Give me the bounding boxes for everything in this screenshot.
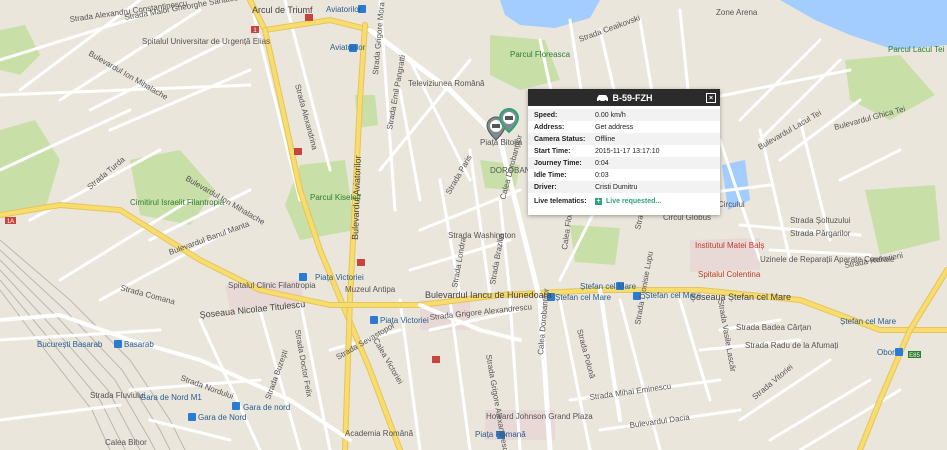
popup-header: B-59-FZH ×	[528, 89, 720, 106]
place-label: Gara de nord	[243, 403, 290, 412]
info-row-live-telematics: Live telematics: + Live requested...	[528, 193, 720, 209]
place-label: Ștefan cel Mare	[555, 293, 612, 302]
place-label: Piața Romană	[475, 430, 526, 439]
info-row-speed: Speed: 0.00 km/h	[528, 109, 720, 121]
live-telematics-status: Live requested...	[606, 197, 662, 205]
street-label: Strada Pârgarilor	[790, 229, 851, 238]
street-label: Șoseaua Ștefan cel Mare	[690, 292, 791, 302]
street-label: Strada Șoltuzului	[790, 216, 851, 225]
place-label: Gara de Nord	[198, 413, 246, 422]
info-label: Speed:	[534, 111, 558, 119]
plus-icon: +	[595, 197, 602, 205]
place-label: Aviatorilor	[330, 43, 366, 52]
place-label: Spitalul Clinic Filantropia	[228, 281, 316, 290]
place-label: Cimitirul Israelit Filantropia	[130, 198, 225, 207]
shield-e85-label: E85	[909, 353, 920, 359]
place-label: Aviatorilor	[326, 5, 362, 14]
place-label: Arcul de Triumf	[252, 5, 313, 15]
info-value: 0.00 km/h	[595, 111, 626, 119]
place-label: Institutul Matei Balș	[695, 241, 764, 250]
place-label: Gara de Nord M1	[140, 393, 202, 402]
info-row-address: Address: Get address	[528, 121, 720, 133]
info-value: 0:04	[595, 159, 609, 167]
close-icon: ×	[708, 94, 714, 102]
place-label: Piața Victoriei	[380, 316, 429, 325]
info-row-idle-time: Idle Time: 0:03	[528, 169, 720, 181]
info-value: 0:03	[595, 171, 609, 179]
place-label: Academia Română	[345, 429, 414, 438]
street-label: Strada Fluviului	[90, 391, 145, 400]
place-label: Spitalul Universitar de Urgență Elias	[142, 37, 270, 46]
place-label: Basarab	[124, 340, 154, 349]
street-label: Strada Radu de la Afumați	[745, 341, 839, 350]
info-label: Journey Time:	[534, 159, 582, 167]
place-label: Ștefan cel Mare	[580, 282, 637, 291]
place-label: Spitalul Colentina	[698, 270, 761, 279]
info-value: Cristi Dumitru	[595, 183, 638, 191]
info-label: Driver:	[534, 183, 557, 191]
get-address-link[interactable]: Get address	[595, 124, 714, 131]
vehicle-plate: B-59-FZH	[612, 92, 653, 103]
place-label: Ștefan cel Mare	[645, 291, 702, 300]
place-label: Uzinele de Reparații Aparate Centrale	[760, 255, 895, 264]
vehicle-info-popup: B-59-FZH × Speed: 0.00 km/h Address: Get…	[528, 89, 720, 215]
info-row-driver: Driver: Cristi Dumitru	[528, 181, 720, 193]
info-row-camera-status: Camera Status: Offline	[528, 133, 720, 145]
place-label: București Basarab	[37, 340, 103, 349]
info-value: Offline	[595, 135, 616, 143]
street-label: Calea Bihor	[105, 438, 147, 447]
place-label: Televiziunea Română	[408, 79, 485, 88]
info-label: Camera Status:	[534, 135, 586, 143]
place-label: Howard Johnson Grand Plaza	[486, 412, 593, 421]
shield-1a-label: 1A	[7, 219, 14, 225]
place-label: Obor	[877, 348, 895, 357]
place-label: Muzeul Antipa	[345, 285, 396, 294]
street-label: Strada Badea Cârțan	[736, 323, 811, 332]
place-label: Zone Arena	[716, 8, 758, 17]
info-label: Idle Time:	[534, 171, 567, 179]
info-value: 2015-11-17 13:17:10	[595, 147, 660, 155]
place-label: Ștefan cel Mare	[840, 317, 897, 326]
city-map[interactable]: 1 1A E85 Strada Alexandru Constantinescu…	[0, 0, 947, 450]
place-label: Piața Victoriei	[315, 273, 364, 282]
info-label: Start Time:	[534, 147, 571, 155]
live-telematics-link[interactable]: + Live requested...	[595, 197, 714, 205]
place-label: Circului	[718, 200, 745, 209]
car-icon	[596, 94, 608, 102]
place-label: Parcul Kiseleff	[310, 193, 362, 202]
street-label: Bulevardul Iancu de Hunedoara	[425, 290, 552, 300]
info-label: Address:	[534, 123, 565, 131]
place-label: Parcul Lacul Tei	[888, 45, 945, 54]
popup-body: Speed: 0.00 km/h Address: Get address Ca…	[528, 106, 720, 215]
close-button[interactable]: ×	[706, 93, 716, 103]
info-row-journey-time: Journey Time: 0:04	[528, 157, 720, 169]
info-row-start-time: Start Time: 2015-11-17 13:17:10	[528, 145, 720, 157]
place-label: Parcul Floreasca	[510, 50, 571, 59]
place-label: Piața Bitolia	[480, 138, 523, 147]
info-label: Live telematics:	[534, 197, 587, 205]
